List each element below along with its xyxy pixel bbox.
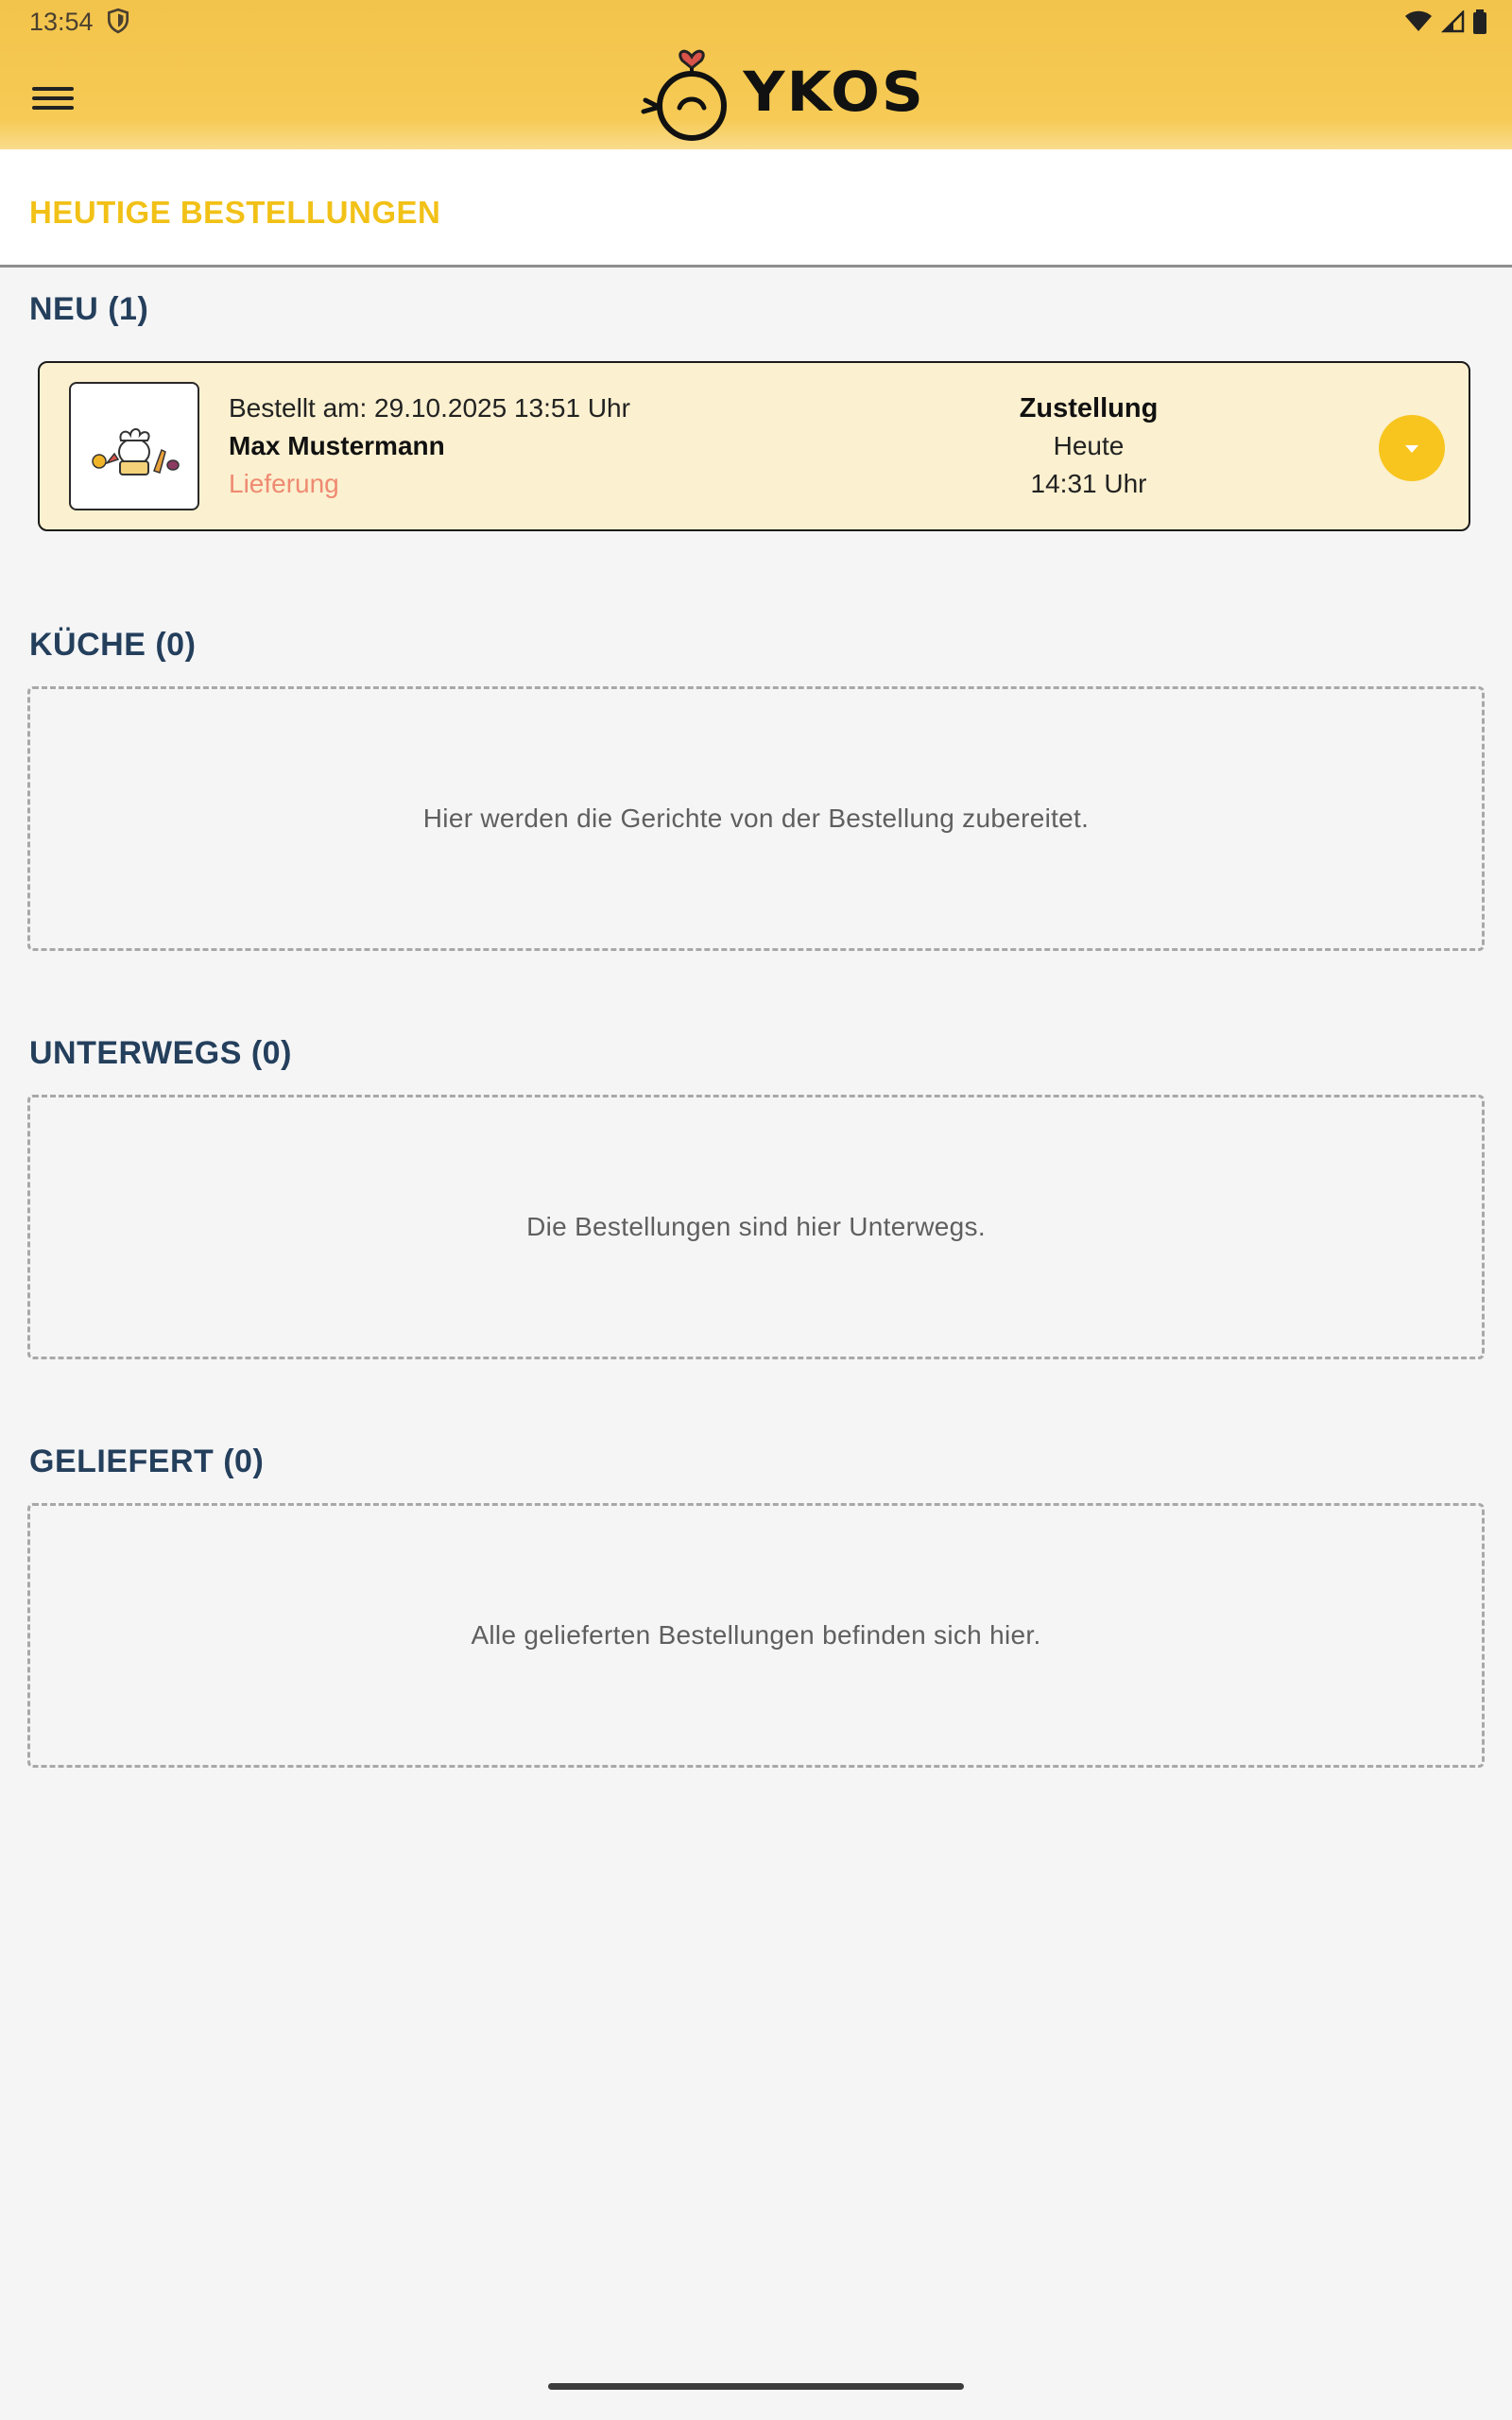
page-title: HEUTIGE BESTELLUNGEN: [29, 195, 441, 230]
delivery-day: Heute: [1053, 431, 1125, 460]
geliefert-dropzone[interactable]: Alle gelieferten Bestellungen befinden s…: [27, 1503, 1485, 1768]
kueche-empty-text: Hier werden die Gerichte von der Bestell…: [422, 804, 1090, 833]
signal-icon: [1440, 10, 1465, 33]
section-label-kueche: KÜCHE (0): [29, 627, 197, 663]
order-card[interactable]: Bestellt am: 29.10.2025 13:51 Uhr Max Mu…: [38, 361, 1470, 531]
section-label-neu: NEU (1): [29, 291, 149, 327]
logo-mascot-icon: [641, 49, 727, 141]
app-bar: 13:54 YKOS: [0, 0, 1512, 149]
status-icons: [1404, 9, 1487, 34]
unterwegs-empty-text: Die Bestellungen sind hier Unterwegs.: [526, 1212, 986, 1241]
wifi-icon: [1405, 10, 1432, 31]
home-indicator[interactable]: [548, 2383, 964, 2390]
battery-icon: [1473, 9, 1486, 34]
expand-order-button[interactable]: [1379, 415, 1445, 481]
logo-text: YKOS: [743, 60, 926, 124]
delivery-title: Zustellung: [1019, 393, 1159, 424]
status-time: 13:54: [29, 8, 94, 36]
order-thumbnail: [69, 382, 199, 510]
app-logo: YKOS: [638, 40, 923, 144]
kueche-dropzone[interactable]: Hier werden die Gerichte von der Bestell…: [27, 686, 1485, 951]
customer-name: Max Mustermann: [229, 431, 445, 460]
page-header: HEUTIGE BESTELLUNGEN: [0, 149, 1512, 268]
chef-food-icon: [92, 428, 180, 475]
shield-icon: [107, 8, 129, 34]
order-type: Lieferung: [229, 469, 339, 498]
menu-button[interactable]: [28, 81, 77, 117]
unterwegs-dropzone[interactable]: Die Bestellungen sind hier Unterwegs.: [27, 1095, 1485, 1359]
section-label-unterwegs: UNTERWEGS (0): [29, 1035, 292, 1071]
chevron-down-icon: [1405, 445, 1418, 453]
geliefert-empty-text: Alle gelieferten Bestellungen befinden s…: [471, 1620, 1041, 1650]
section-label-geliefert: GELIEFERT (0): [29, 1443, 265, 1479]
order-date: Bestellt am: 29.10.2025 13:51 Uhr: [229, 393, 630, 423]
menu-icon: [28, 87, 77, 110]
delivery-time: 14:31 Uhr: [1030, 469, 1147, 498]
